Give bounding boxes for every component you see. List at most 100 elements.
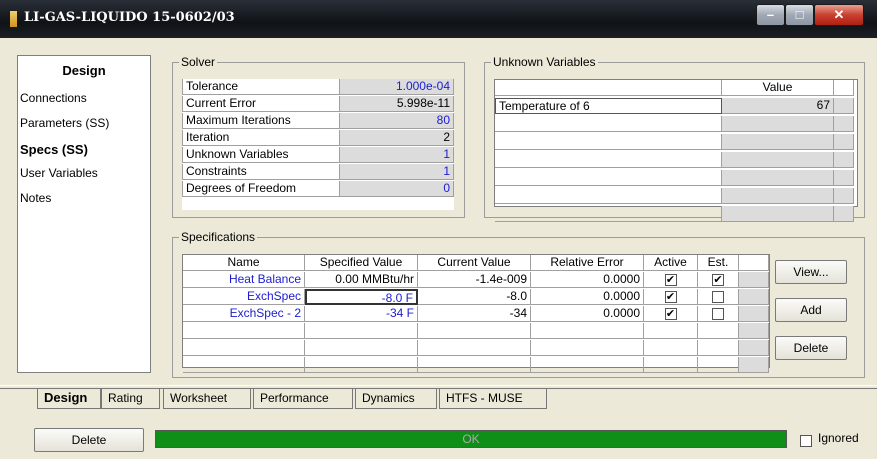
- solver-value-2[interactable]: 80: [344, 113, 454, 129]
- spec-cell-current[interactable]: -1.4e-009: [418, 272, 531, 288]
- solver-value-3[interactable]: 2: [344, 130, 454, 146]
- spec-cell-active: [644, 340, 698, 356]
- delete-spec-button[interactable]: Delete: [775, 336, 847, 360]
- active-checkbox[interactable]: ✔: [664, 307, 677, 320]
- minimize-icon: –: [766, 7, 775, 22]
- spec-cell-est[interactable]: [698, 306, 739, 322]
- active-checkbox[interactable]: ✔: [664, 273, 677, 286]
- unk-row-value: 67: [722, 98, 834, 114]
- spec-cell-current: [418, 323, 531, 339]
- unk-row-value: [722, 134, 834, 150]
- delete-button[interactable]: Delete: [34, 428, 144, 452]
- spec-cell-relerr[interactable]: 0.0000: [531, 306, 644, 322]
- solver-label-4: Unknown Variables: [182, 147, 340, 163]
- tab-dynamics[interactable]: Dynamics: [355, 389, 437, 409]
- spec-header-1: Specified Value: [305, 255, 418, 271]
- spec-cell-name[interactable]: ExchSpec - 2: [183, 306, 305, 322]
- maximize-button[interactable]: □: [785, 4, 814, 26]
- spec-cell-extra: [739, 323, 769, 339]
- spec-cell-extra: [739, 272, 769, 288]
- view-button[interactable]: View...: [775, 260, 847, 284]
- spec-cell-est: [698, 340, 739, 356]
- unk-header-name: [495, 80, 722, 96]
- spec-header-0: Name: [183, 255, 305, 271]
- nav-item-parameters[interactable]: Parameters (SS): [20, 116, 109, 130]
- solver-label-3: Iteration: [182, 130, 340, 146]
- est-checkbox[interactable]: [712, 290, 724, 303]
- spec-cell-name: [183, 340, 305, 356]
- ignored-checkbox-box[interactable]: [800, 434, 812, 447]
- spec-cell-name: [183, 323, 305, 339]
- unk-row-name: [495, 206, 722, 222]
- ignored-checkbox[interactable]: [800, 433, 812, 447]
- solver-value-0[interactable]: 1.000e-04: [344, 79, 454, 95]
- spec-cell-relerr: [531, 323, 644, 339]
- spec-cell-specified[interactable]: -34 F: [305, 306, 418, 322]
- solver-value-1[interactable]: 5.998e-11: [344, 96, 454, 112]
- spec-header-extra: [739, 255, 769, 271]
- title-bar[interactable]: LI-GAS-LIQUIDO 15-0602/03 – □ ✕: [0, 0, 877, 38]
- nav-item-notes[interactable]: Notes: [20, 191, 51, 205]
- specifications-grid: Name Specified Value Current Value Relative…: [182, 254, 770, 373]
- spec-cell-specified[interactable]: -8.0 F: [305, 289, 418, 305]
- nav-item-specs[interactable]: Specs (SS): [20, 142, 88, 157]
- design-nav-pane: Design Connections Parameters (SS) Specs…: [17, 55, 151, 373]
- tab-worksheet[interactable]: Worksheet: [163, 389, 251, 409]
- spec-header-4: Active: [644, 255, 698, 271]
- status-bar: OK: [155, 430, 787, 448]
- unk-row-value: [722, 206, 834, 222]
- solver-value-5[interactable]: 1: [344, 164, 454, 180]
- unk-row-name: [495, 170, 722, 186]
- unk-row-extra: [834, 152, 854, 168]
- tab-performance[interactable]: Performance: [253, 389, 353, 409]
- est-checkbox[interactable]: [712, 307, 724, 320]
- nav-item-connections[interactable]: Connections: [20, 91, 87, 105]
- spec-cell-est: [698, 323, 739, 339]
- close-icon: ✕: [833, 7, 845, 22]
- spec-cell-name: [183, 357, 305, 373]
- spec-cell-active[interactable]: ✔: [644, 272, 698, 288]
- spec-cell-relerr[interactable]: 0.0000: [531, 272, 644, 288]
- spec-cell-active[interactable]: ✔: [644, 289, 698, 305]
- solver-group: Solver Tolerance 1.000e-04 Current Error 5.…: [172, 55, 465, 218]
- nav-item-user-variables[interactable]: User Variables: [20, 166, 98, 180]
- minimize-button[interactable]: –: [756, 4, 785, 26]
- spec-cell-current[interactable]: -8.0: [418, 289, 531, 305]
- spec-cell-name[interactable]: Heat Balance: [183, 272, 305, 288]
- close-button[interactable]: ✕: [814, 4, 864, 26]
- est-checkbox[interactable]: ✔: [712, 273, 724, 286]
- tab-htfs-muse[interactable]: HTFS - MUSE: [439, 389, 547, 409]
- spec-header-2: Current Value: [418, 255, 531, 271]
- spec-cell-specified: [305, 340, 418, 356]
- solver-legend: Solver: [179, 55, 218, 69]
- solver-label-6: Degrees of Freedom: [182, 181, 340, 197]
- spec-cell-est[interactable]: [698, 289, 739, 305]
- unk-row-name: Temperature of 6: [495, 98, 722, 114]
- unk-row-name: [495, 116, 722, 132]
- solver-value-6[interactable]: 0: [344, 181, 454, 197]
- spec-cell-active[interactable]: ✔: [644, 306, 698, 322]
- spec-cell-est[interactable]: ✔: [698, 272, 739, 288]
- solver-grid: Tolerance 1.000e-04 Current Error 5.998e-11…: [182, 79, 454, 210]
- exchanger-window: LI-GAS-LIQUIDO 15-0602/03 – □ ✕ Design C…: [0, 0, 877, 459]
- spec-cell-relerr[interactable]: 0.0000: [531, 289, 644, 305]
- unknown-variables-group: Unknown Variables Value Temperature of 66…: [484, 55, 865, 222]
- spec-cell-active: [644, 323, 698, 339]
- solver-value-4[interactable]: 1: [344, 147, 454, 163]
- unk-row-extra: [834, 206, 854, 222]
- active-checkbox[interactable]: ✔: [664, 290, 677, 303]
- tab-rating[interactable]: Rating: [101, 389, 160, 409]
- add-button[interactable]: Add: [775, 298, 847, 322]
- specifications-legend: Specifications: [179, 230, 258, 244]
- spec-cell-est: [698, 357, 739, 373]
- unk-row-value: [722, 170, 834, 186]
- unk-row-extra: [834, 98, 854, 114]
- solver-label-1: Current Error: [182, 96, 340, 112]
- unk-row-name: [495, 188, 722, 204]
- spec-cell-name[interactable]: ExchSpec: [183, 289, 305, 305]
- unk-header-value: Value: [722, 80, 834, 96]
- tab-design[interactable]: Design: [37, 389, 101, 409]
- spec-cell-current[interactable]: -34: [418, 306, 531, 322]
- spec-cell-specified[interactable]: 0.00 MMBtu/hr: [305, 272, 418, 288]
- spec-cell-extra: [739, 357, 769, 373]
